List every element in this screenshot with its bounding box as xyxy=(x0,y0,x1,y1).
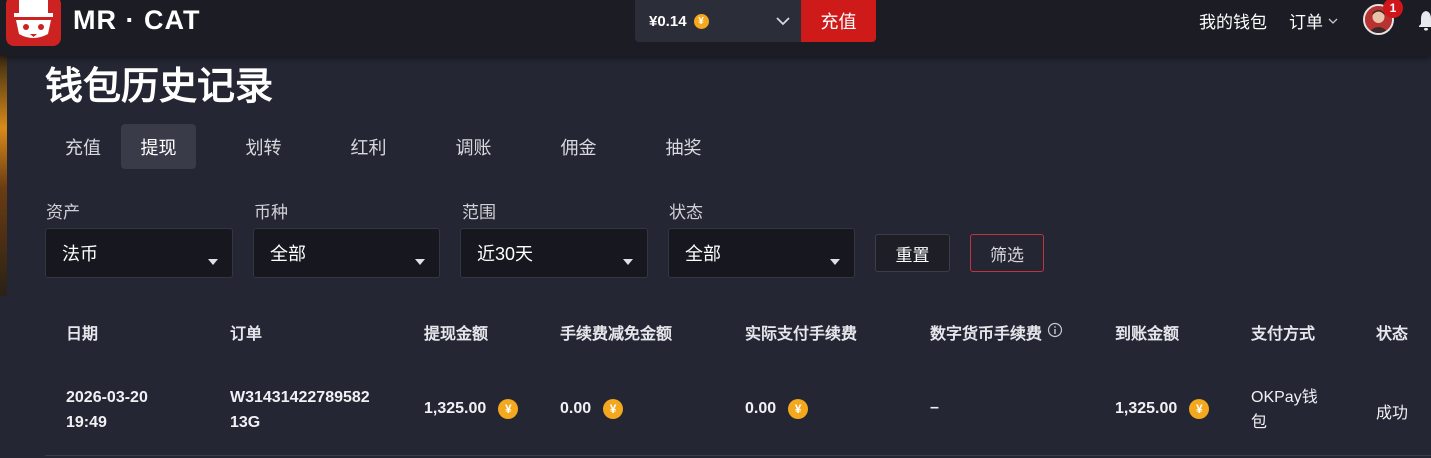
coin-icon: ¥ xyxy=(693,13,709,29)
row-divider xyxy=(45,455,1431,456)
filter-button[interactable]: 筛选 xyxy=(970,234,1044,272)
row-order-id: W31431422789582 13G xyxy=(230,385,370,435)
reset-button[interactable]: 重置 xyxy=(875,234,950,272)
caret-down-icon xyxy=(415,250,425,271)
caret-down-icon xyxy=(623,250,633,271)
column-header-status: 状态 xyxy=(1376,326,1409,343)
column-header-order: 订单 xyxy=(230,326,263,343)
row-crypto-fee: – xyxy=(930,399,939,416)
currency-filter-label: 币种 xyxy=(254,203,288,222)
tab-bonus[interactable]: 红利 xyxy=(316,124,421,169)
range-filter-label: 范围 xyxy=(462,203,496,222)
row-payment-method-line2: 包 xyxy=(1251,414,1268,431)
coin-icon: ¥ xyxy=(498,399,519,419)
logo-icon[interactable] xyxy=(6,0,61,46)
history-tabs: 充值 提现 划转 红利 调账 佣金 抽奖 xyxy=(45,124,736,169)
caret-down-icon xyxy=(830,250,840,271)
tab-transfer[interactable]: 划转 xyxy=(211,124,316,169)
coin-icon: ¥ xyxy=(788,399,809,419)
currency-select[interactable]: 全部 xyxy=(253,228,440,278)
column-header-fee-discount: 手续费减免金额 xyxy=(560,326,673,343)
tab-withdraw[interactable]: 提现 xyxy=(121,124,196,169)
tab-commission[interactable]: 佣金 xyxy=(526,124,631,169)
row-withdraw-amount: 1,325.00 ¥ xyxy=(424,399,519,419)
page-title: 钱包历史记录 xyxy=(45,66,274,108)
column-header-crypto-fee-label: 数字货币手续费 xyxy=(930,326,1043,343)
column-header-date: 日期 xyxy=(66,326,99,343)
orders-menu-label: 订单 xyxy=(1289,13,1323,32)
tab-deposit[interactable]: 充值 xyxy=(45,124,121,169)
status-filter-label: 状态 xyxy=(669,203,703,222)
asset-select[interactable]: 法币 xyxy=(45,228,233,278)
coin-icon: ¥ xyxy=(603,399,624,419)
brand-name[interactable]: MR · CAT xyxy=(73,2,200,38)
currency-select-value: 全部 xyxy=(270,244,306,264)
asset-select-value: 法币 xyxy=(62,244,98,264)
row-fee-discount: 0.00 ¥ xyxy=(560,399,624,419)
row-received-amount: 1,325.00 ¥ xyxy=(1115,399,1210,419)
orders-menu[interactable]: 订单 xyxy=(1289,8,1339,33)
range-select[interactable]: 近30天 xyxy=(460,228,648,278)
range-select-value: 近30天 xyxy=(477,244,534,264)
info-icon[interactable] xyxy=(1047,322,1063,343)
row-order-id-line1: W31431422789582 xyxy=(230,389,370,406)
top-bar: MR · CAT ¥0.14 ¥ 充值 我的钱包 订单 1 xyxy=(0,0,1431,56)
column-header-payment-method: 支付方式 xyxy=(1251,326,1316,343)
coin-icon: ¥ xyxy=(1189,399,1210,419)
balance-value: ¥0.14 xyxy=(649,12,687,30)
balance-dropdown[interactable]: ¥0.14 ¥ xyxy=(635,0,801,42)
chevron-down-icon xyxy=(1328,18,1338,24)
row-payment-method: OKPay钱 包 xyxy=(1251,385,1318,435)
column-header-received-amount: 到账金额 xyxy=(1115,326,1180,343)
notification-badge: 1 xyxy=(1383,0,1403,18)
row-date-time: 19:49 xyxy=(66,414,107,431)
row-date-day: 2026-03-20 xyxy=(66,389,148,406)
row-fee-discount-value: 0.00 xyxy=(560,400,592,417)
row-date: 2026-03-20 19:49 xyxy=(66,385,148,435)
column-header-withdraw-amount: 提现金额 xyxy=(424,326,489,343)
caret-down-icon xyxy=(208,250,218,271)
column-header-crypto-fee: 数字货币手续费 xyxy=(930,320,1063,344)
row-actual-fee-value: 0.00 xyxy=(745,400,777,417)
status-select[interactable]: 全部 xyxy=(668,228,855,278)
row-status: 成功 xyxy=(1376,405,1409,422)
row-actual-fee: 0.00 ¥ xyxy=(745,399,809,419)
chevron-down-icon xyxy=(775,13,791,34)
bell-icon[interactable] xyxy=(1419,9,1431,36)
my-wallet-link[interactable]: 我的钱包 xyxy=(1199,8,1267,33)
asset-filter-label: 资产 xyxy=(46,203,80,222)
row-received-amount-value: 1,325.00 xyxy=(1115,400,1178,417)
column-header-actual-fee: 实际支付手续费 xyxy=(745,326,858,343)
row-order-id-line2: 13G xyxy=(230,414,261,431)
deposit-button[interactable]: 充值 xyxy=(801,0,876,42)
row-payment-method-line1: OKPay钱 xyxy=(1251,389,1318,406)
side-banner-edge xyxy=(0,56,7,296)
row-withdraw-amount-value: 1,325.00 xyxy=(424,400,487,417)
status-select-value: 全部 xyxy=(685,244,721,264)
tab-adjustment[interactable]: 调账 xyxy=(421,124,526,169)
tab-lottery[interactable]: 抽奖 xyxy=(631,124,736,169)
